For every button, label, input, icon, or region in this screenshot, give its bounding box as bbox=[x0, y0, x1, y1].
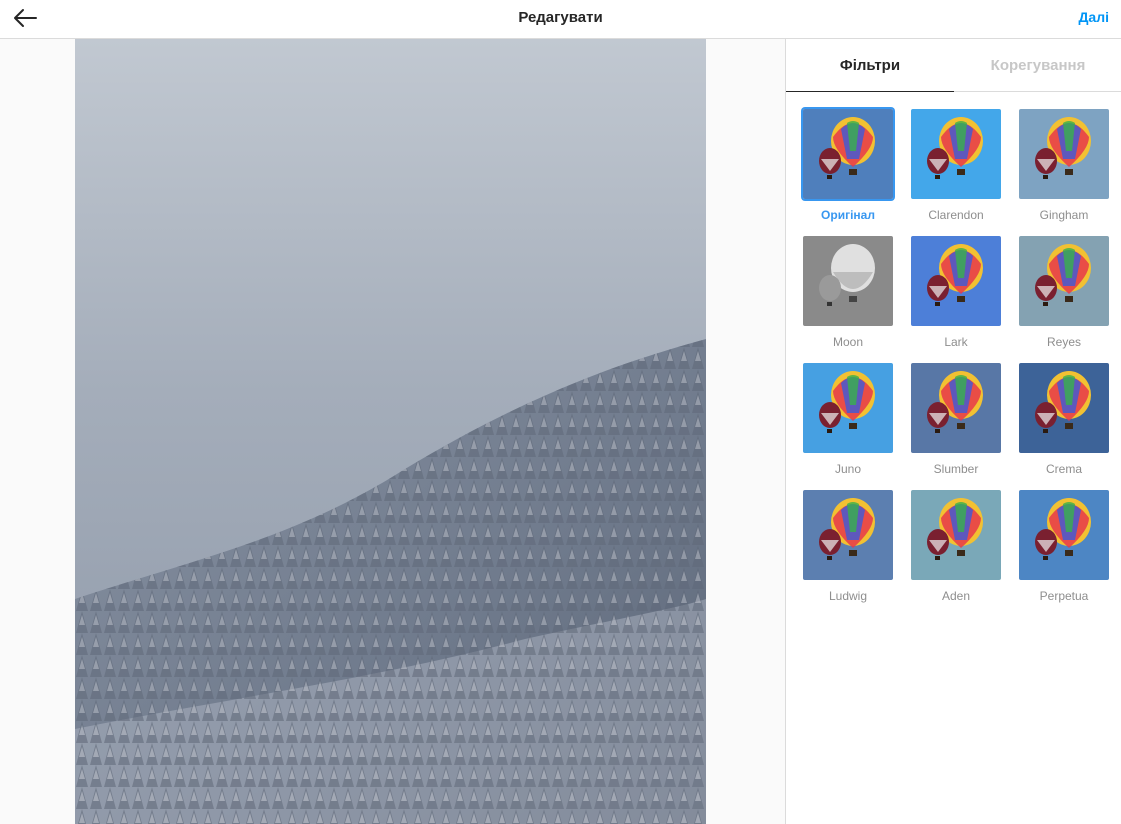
hot-air-balloon-icon bbox=[803, 490, 893, 580]
filter-thumbnail bbox=[911, 490, 1001, 580]
hot-air-balloon-icon bbox=[1019, 363, 1109, 453]
hot-air-balloon-icon bbox=[1019, 490, 1109, 580]
filter-thumbnail bbox=[803, 363, 893, 453]
filter-thumbnail bbox=[1019, 109, 1109, 199]
hot-air-balloon-icon bbox=[1019, 109, 1109, 199]
photo-area bbox=[0, 39, 785, 824]
hot-air-balloon-icon bbox=[911, 490, 1001, 580]
filter-label: Aden bbox=[941, 589, 971, 603]
edit-tabs: Фільтри Корегування bbox=[786, 39, 1121, 92]
hot-air-balloon-icon bbox=[911, 363, 1001, 453]
filter-thumbnail bbox=[911, 236, 1001, 326]
filter-label: Moon bbox=[832, 335, 864, 349]
snowy-forest-image bbox=[75, 39, 706, 824]
filter-thumbnail bbox=[1019, 236, 1109, 326]
filter-thumbnail bbox=[803, 490, 893, 580]
hot-air-balloon-icon bbox=[911, 236, 1001, 326]
hot-air-balloon-icon bbox=[803, 363, 893, 453]
filter-thumbnail bbox=[911, 109, 1001, 199]
hot-air-balloon-icon bbox=[1019, 236, 1109, 326]
filter-thumbnail bbox=[1019, 363, 1109, 453]
tab-adjustments[interactable]: Корегування bbox=[954, 39, 1121, 92]
filter-label: Reyes bbox=[1046, 335, 1081, 349]
hot-air-balloon-icon bbox=[911, 109, 1001, 199]
filter-label: Perpetua bbox=[1039, 589, 1089, 603]
page-title: Редагувати bbox=[518, 9, 603, 26]
filter-label: Ludwig bbox=[828, 589, 868, 603]
hot-air-balloon-icon bbox=[803, 109, 893, 199]
filter-label: Slumber bbox=[933, 462, 979, 476]
filter-thumbnail bbox=[911, 363, 1001, 453]
filter-label: Clarendon bbox=[928, 208, 984, 222]
filter-thumbnail bbox=[803, 236, 893, 326]
tab-filters[interactable]: Фільтри bbox=[786, 39, 954, 92]
filter-label: Juno bbox=[834, 462, 862, 476]
filter-label: Crema bbox=[1045, 462, 1082, 476]
hot-air-balloon-icon bbox=[803, 236, 893, 326]
top-bar: Редагувати Далі bbox=[0, 0, 1121, 39]
next-button[interactable]: Далі bbox=[1078, 9, 1109, 25]
filter-label: Lark bbox=[944, 335, 968, 349]
filter-thumbnail bbox=[803, 109, 893, 199]
filter-label: Оригінал bbox=[821, 208, 875, 222]
edit-panel: Фільтри Корегування Оригінал Clarendon Gin… bbox=[785, 39, 1121, 824]
edited-photo bbox=[75, 39, 706, 824]
filter-thumbnail bbox=[1019, 490, 1109, 580]
filter-label: Gingham bbox=[1039, 208, 1089, 222]
